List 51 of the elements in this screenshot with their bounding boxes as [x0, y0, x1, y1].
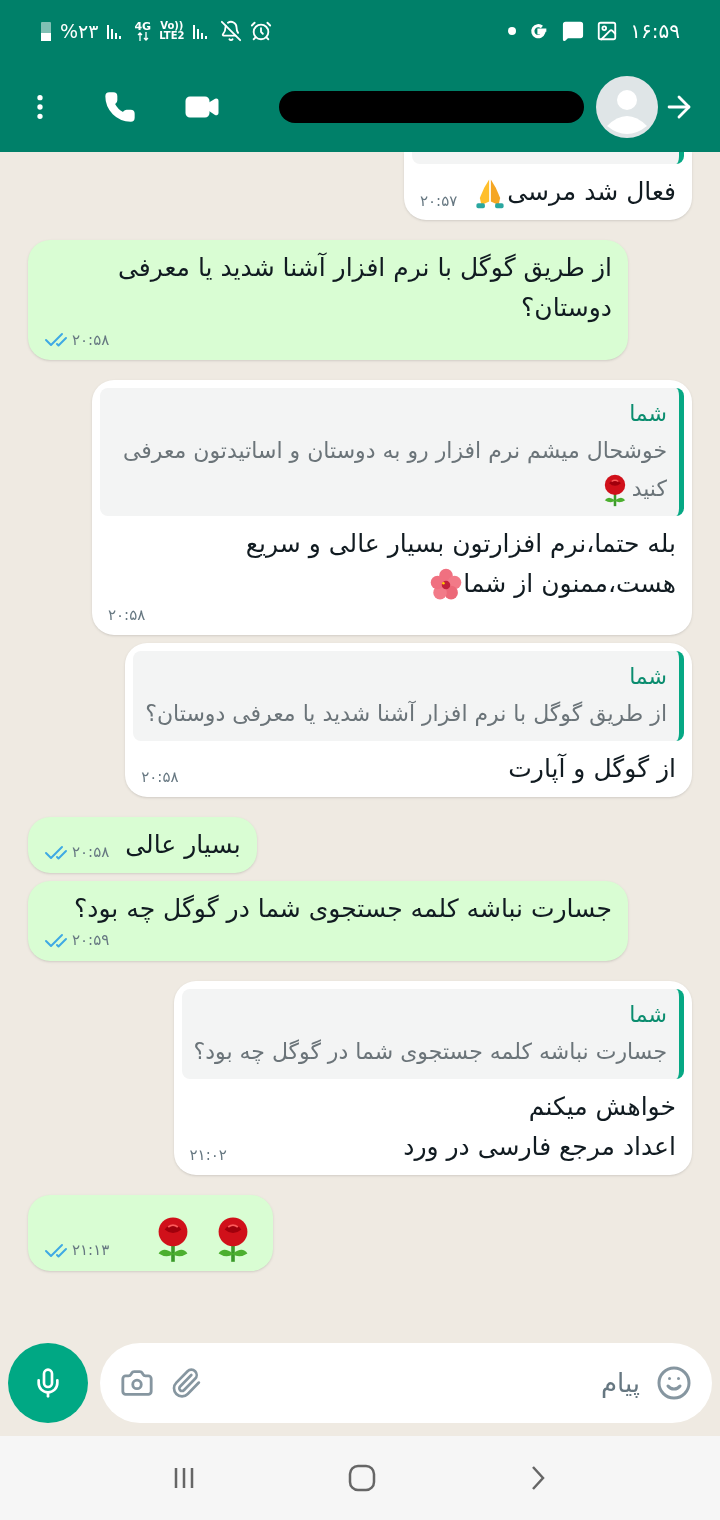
emoji-icon[interactable]: [656, 1365, 692, 1401]
message-time: ۲۱:۰۲: [189, 1145, 227, 1166]
avatar-icon[interactable]: [596, 76, 658, 138]
mute-icon: [220, 20, 243, 42]
quote-author: شما: [628, 400, 667, 428]
sent-message-bubble[interactable]: جسارت نباشه کلمه جستجوی شما در گوگل چه بود؟ ۲۰:۵۹: [28, 880, 628, 961]
clock-time: ۱۶:۵۹: [630, 18, 680, 45]
battery-level: %۲۳: [60, 18, 99, 44]
phone-icon[interactable]: [104, 91, 136, 123]
sent-message-bubble[interactable]: از طریق گوگل با نرم افزار آشنا شدید یا معرفی دوستان؟ ۲۰:۵۸: [28, 240, 628, 360]
quote-author: شما: [628, 662, 667, 691]
message-time: ۲۱:۱۳: [72, 1240, 110, 1262]
message-time: ۲۰:۵۸: [108, 605, 146, 626]
received-message-bubble[interactable]: شما خوشحال میشم نرم افزار رو به دوستان و اساتیدتون معرفی کنید بله حتما،نرم افزارتون بسیار عالی و سریع هست،ممنون از شما ۲۰:۵۸: [92, 380, 692, 635]
sent-message-bubble[interactable]: بسیار عالی ۲۰:۵۸: [28, 816, 257, 873]
message-text: خواهش میکنم اعداد مرجع فارسی در ورد: [403, 1090, 676, 1164]
message-time: ۲۰:۵۸: [72, 329, 110, 351]
message-text: از گوگل و آپارت: [508, 752, 676, 786]
quoted-message[interactable]: شما از طریق گوگل با نرم افزار آشنا شدید یا معرفی دوستان؟: [133, 650, 684, 741]
volte-label: Vo)): [160, 21, 184, 31]
quoted-message[interactable]: شما جسارت نباشه کلمه جستجوی شما در گوگل چه بود؟: [181, 988, 684, 1079]
attach-icon[interactable]: [170, 1367, 202, 1399]
data-arrows-icon: [136, 32, 149, 41]
message-time: ۲۰:۵۸: [72, 842, 110, 864]
message-time: ۲۰:۵۸: [141, 767, 179, 788]
quote-text: خوشحال میشم نرم افزار رو به دوستان و اساتیدتون معرفی کنید: [112, 432, 667, 508]
image-icon: [596, 20, 619, 42]
received-message-bubble[interactable]: شما جسارت نباشه کلمه جستجوی شما در گوگل چه بود؟ خواهش میکنم اعداد مرجع فارسی در ورد ۲۱:۰۲: [173, 980, 692, 1175]
sent-message-bubble[interactable]: ۲۱:۱۳: [28, 1194, 274, 1271]
received-message-bubble[interactable]: شما از طریق گوگل با نرم افزار آشنا شدید یا معرفی دوستان؟ از گوگل و آپارت ۲۰:۵۸: [125, 642, 692, 797]
quoted-message[interactable]: شما خوشحال میشم نرم افزار رو به دوستان و اساتیدتون معرفی کنید: [100, 388, 684, 516]
message-input-field[interactable]: پیام: [100, 1343, 712, 1423]
quote-text: جسارت نباشه کلمه جستجوی شما در گوگل چه بود؟: [193, 1037, 667, 1066]
network-type: 4G: [134, 21, 152, 32]
message-text: بله حتما،نرم افزارتون بسیار عالی و سریع هست،ممنون از شما: [108, 524, 676, 604]
message-time: ۲۰:۵۷: [420, 190, 458, 212]
message-input[interactable]: پیام: [218, 1363, 640, 1403]
message-text: بسیار عالی: [125, 828, 241, 861]
home-icon[interactable]: [347, 1463, 377, 1493]
alarm-icon: [250, 20, 273, 42]
quote-text: از طریق گوگل با نرم افزار آشنا شدید یا معرفی دوستان؟: [145, 699, 667, 728]
message-text: جسارت نباشه کلمه جستجوی شما در گوگل چه بود؟: [74, 892, 612, 925]
flower-icon: [429, 568, 464, 602]
message-time: ۲۰:۵۹: [72, 930, 110, 952]
quote-author: شما: [628, 1000, 667, 1029]
message-icon: [562, 20, 585, 42]
received-message-bubble[interactable]: فعال شد مرسی ۲۰:۵۷: [404, 152, 692, 220]
lte-label: LTE2: [159, 31, 185, 41]
message-text: فعال شد مرسی: [473, 172, 676, 212]
message-text: از طریق گوگل با نرم افزار آشنا شدید یا معرفی دوستان؟: [116, 251, 612, 325]
battery-icon: [40, 20, 52, 42]
